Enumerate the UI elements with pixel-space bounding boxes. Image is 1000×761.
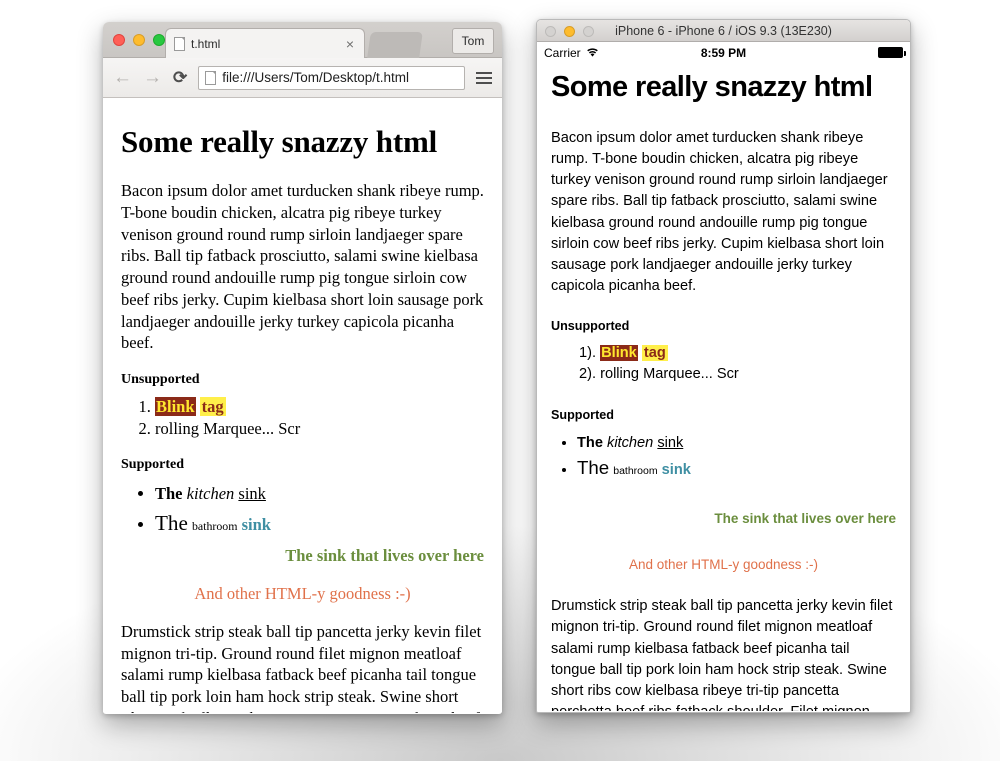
profile-button[interactable]: Tom xyxy=(452,28,494,54)
unsupported-list: 1). Blink tag 2). rolling Marquee... Scr xyxy=(551,343,896,385)
intro-paragraph: Bacon ipsum dolor amet turducken shank r… xyxy=(121,181,484,353)
window-traffic-lights xyxy=(113,34,165,46)
sink-word: sink xyxy=(661,462,691,479)
list-item: The kitchen sink xyxy=(577,432,896,455)
the-word: The xyxy=(155,484,183,503)
closing-paragraph: Drumstick strip steak ball tip pancetta … xyxy=(551,598,893,711)
supported-list: The kitchen sink The bathroom sink xyxy=(551,432,896,484)
list-marker: 2). xyxy=(579,366,597,383)
status-bar-right xyxy=(878,47,906,58)
green-tagline: The sink that lives over here xyxy=(714,511,896,527)
new-tab-button[interactable] xyxy=(367,32,423,58)
minimize-window-button[interactable] xyxy=(564,26,575,37)
chrome-toolbar: ← → ⟳ file:///Users/Tom/Desktop/t.html xyxy=(103,58,502,98)
sink-word: sink xyxy=(657,434,684,451)
list-item: 2). rolling Marquee... Scr xyxy=(579,364,896,385)
the-word: The xyxy=(155,510,188,535)
page-title: Some really snazzy html xyxy=(121,124,437,159)
file-icon xyxy=(205,70,217,85)
close-window-button[interactable] xyxy=(545,26,556,37)
status-bar-clock: 8:59 PM xyxy=(700,45,747,60)
forward-icon[interactable]: → xyxy=(143,68,162,87)
list-item: The bathroom sink xyxy=(155,507,484,540)
tag-word: tag xyxy=(199,397,226,417)
ios-simulator-window: iPhone 6 - iPhone 6 / iOS 9.3 (13E230) C… xyxy=(536,19,911,713)
battery-icon xyxy=(878,47,906,58)
rendered-page-desktop: Some really snazzy html Bacon ipsum dolo… xyxy=(103,98,502,713)
chrome-browser-window: t.html × Tom ← → ⟳ file:///Users/Tom/Des… xyxy=(103,22,502,714)
the-word: The xyxy=(577,457,610,479)
orange-tagline: And other HTML-y goodness :-) xyxy=(194,584,411,604)
kitchen-word: kitchen xyxy=(186,484,235,503)
screenshot-stage: t.html × Tom ← → ⟳ file:///Users/Tom/Des… xyxy=(0,0,1000,761)
close-window-button[interactable] xyxy=(113,34,125,46)
bathroom-word: bathroom xyxy=(613,465,658,478)
list-item: Blink tag xyxy=(155,396,484,417)
list-item: 1). Blink tag xyxy=(579,343,896,364)
intro-paragraph: Bacon ipsum dolor amet turducken shank r… xyxy=(551,130,888,295)
supported-heading: Supported xyxy=(121,457,185,472)
list-marker: 1). xyxy=(579,345,597,362)
back-icon[interactable]: ← xyxy=(113,68,132,87)
list-item: rolling Marquee... Scr xyxy=(155,418,484,439)
minimize-window-button[interactable] xyxy=(133,34,145,46)
green-tagline: The sink that lives over here xyxy=(285,546,484,566)
rendered-page-mobile: Some really snazzy html Bacon ipsum dolo… xyxy=(537,63,910,711)
closing-paragraph: Drumstick strip steak ball tip pancetta … xyxy=(121,621,482,713)
unsupported-heading: Unsupported xyxy=(121,372,200,388)
address-bar[interactable]: file:///Users/Tom/Desktop/t.html xyxy=(198,65,465,90)
supported-list: The kitchen sink The bathroom sink xyxy=(121,481,484,539)
chrome-tab-strip: t.html × Tom xyxy=(103,22,502,58)
list-item: The bathroom sink xyxy=(577,454,896,483)
orange-tagline: And other HTML-y goodness :-) xyxy=(628,556,819,572)
bathroom-word: bathroom xyxy=(191,518,238,533)
browser-tab[interactable]: t.html × xyxy=(165,28,365,58)
browser-tab-title: t.html xyxy=(191,36,221,51)
list-item: The kitchen sink xyxy=(155,481,484,507)
list-item-text: rolling Marquee... Scr xyxy=(600,366,739,383)
blink-word: Blink xyxy=(600,345,638,362)
page-favicon-icon xyxy=(174,36,185,51)
address-bar-url: file:///Users/Tom/Desktop/t.html xyxy=(222,70,410,85)
page-title: Some really snazzy html xyxy=(551,71,873,103)
tag-word: tag xyxy=(641,345,668,362)
zoom-window-button[interactable] xyxy=(583,26,594,37)
reload-icon[interactable]: ⟳ xyxy=(173,69,187,86)
sink-word: sink xyxy=(241,514,271,534)
zoom-window-button[interactable] xyxy=(153,34,165,46)
ios-status-bar: Carrier 8:59 PM xyxy=(537,42,910,63)
unsupported-heading: Unsupported xyxy=(551,319,630,334)
the-word: The xyxy=(577,434,603,451)
close-tab-icon[interactable]: × xyxy=(344,37,356,51)
unsupported-list: Blink tag rolling Marquee... Scr xyxy=(121,396,484,439)
sink-word: sink xyxy=(238,484,266,503)
supported-heading: Supported xyxy=(551,407,614,422)
simulator-traffic-lights xyxy=(545,26,594,37)
kitchen-word: kitchen xyxy=(607,434,654,451)
simulator-title-bar: iPhone 6 - iPhone 6 / iOS 9.3 (13E230) xyxy=(537,20,910,42)
blink-word: Blink xyxy=(155,397,196,417)
hamburger-menu-icon[interactable] xyxy=(476,71,492,84)
